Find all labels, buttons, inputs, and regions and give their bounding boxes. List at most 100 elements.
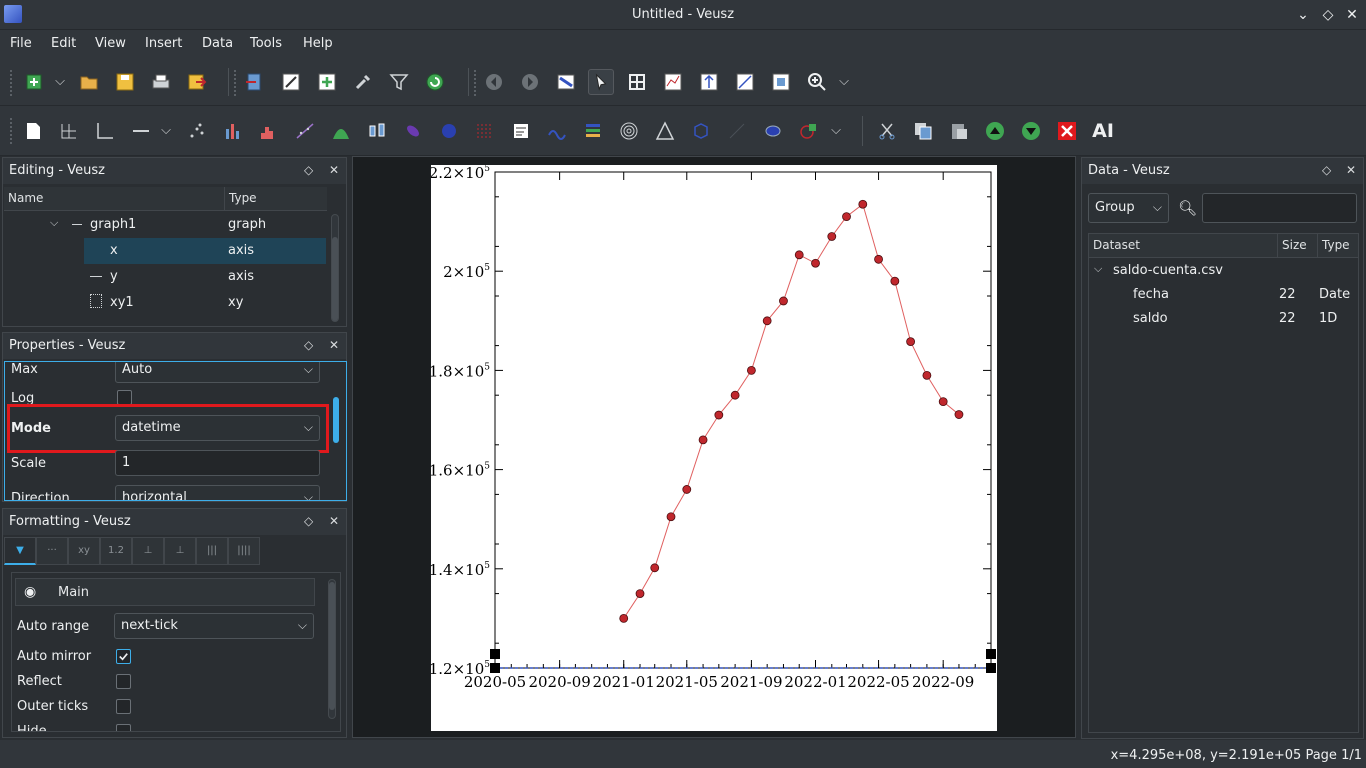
close-panel-icon[interactable]: ✕ [329,514,339,528]
add-function-icon[interactable] [328,118,354,144]
open-button[interactable] [76,69,102,95]
add-colorbar-icon[interactable] [580,118,606,144]
float-panel-icon[interactable]: ◇ [304,514,313,528]
formatting-scrollbar[interactable] [328,579,336,719]
add-polar-icon[interactable] [616,118,642,144]
move-down-icon[interactable] [1018,118,1044,144]
menu-data[interactable]: Data [202,36,233,51]
float-panel-icon[interactable]: ◇ [304,338,313,352]
tree-row-xy1[interactable]: xy1 xy [4,290,326,316]
add-vector-field-icon[interactable] [508,118,534,144]
zoom-in-graph-button[interactable] [732,69,758,95]
float-panel-icon[interactable]: ◇ [1322,163,1331,177]
toolbar-handle[interactable] [474,70,478,96]
menu-file[interactable]: File [10,36,32,51]
cut-icon[interactable] [874,118,900,144]
tab-label[interactable]: xy [68,537,100,565]
toolbar-handle[interactable] [10,70,14,96]
filter-icon[interactable] [386,69,412,95]
reload-icon[interactable] [422,69,448,95]
group-combo[interactable]: Group ⌵ [1088,193,1169,223]
chevron-down-icon[interactable]: ⌵ [1094,262,1102,276]
close-panel-icon[interactable]: ✕ [329,338,339,352]
capture-data-button[interactable] [350,69,376,95]
tab-minor-ticks[interactable]: ⊥ [164,537,196,565]
previous-page-icon[interactable] [481,69,507,95]
auto-mirror-checkbox[interactable] [116,649,131,664]
menu-insert[interactable]: Insert [145,36,182,51]
tab-main[interactable]: ▼ [4,537,36,565]
view-grid-button[interactable] [624,69,650,95]
add-contour-icon[interactable] [472,118,498,144]
next-page-icon[interactable] [517,69,543,95]
menu-help[interactable]: Help [303,36,333,51]
scrollbar-thumb[interactable] [333,397,339,443]
tree-header-type[interactable]: Type [224,187,327,211]
auto-range-combo[interactable]: next-tick ⌵ [114,613,314,639]
add-covariance-icon[interactable] [400,118,426,144]
full-screen-button[interactable] [553,69,579,95]
add-histogram-icon[interactable] [256,118,282,144]
add-shape-icon[interactable] [796,118,822,144]
tab-major-grid[interactable]: ||| [196,537,228,565]
paste-icon[interactable] [946,118,972,144]
add-bar-icon[interactable] [220,118,246,144]
dataset-file-row[interactable]: ⌵ saldo-cuenta.csv [1089,259,1358,283]
tab-tick-labels[interactable]: 1.2 [100,537,132,565]
tree-header-name[interactable]: Name [4,187,224,211]
close-panel-icon[interactable]: ✕ [1346,163,1356,177]
chevron-down-icon[interactable]: ⌵ [828,118,844,144]
minimize-icon[interactable]: ⌄ [1293,5,1313,25]
add-grid-icon[interactable] [56,118,82,144]
dataset-row[interactable]: fecha 22 Date [1089,283,1358,307]
zoom-graph-button[interactable] [660,69,686,95]
reflect-checkbox[interactable] [116,674,131,689]
chart-svg[interactable]: 1.2×1051.4×1051.6×1051.8×1052×1052.2×105… [429,164,997,731]
zoom-x-axis-button[interactable] [696,69,722,95]
close-icon[interactable]: ✕ [1342,5,1362,25]
add-image-icon[interactable] [436,118,462,144]
section-main[interactable]: ◉ Main [15,578,315,606]
chevron-down-icon[interactable]: ⌵ [52,69,68,95]
copy-icon[interactable] [910,118,936,144]
add-axis-icon[interactable] [128,118,154,144]
properties-scrollbar[interactable] [332,364,340,498]
save-button[interactable] [112,69,138,95]
add-ternary-icon[interactable] [544,118,570,144]
chevron-down-icon[interactable]: ⌵ [158,118,174,144]
plot-page[interactable]: 1.2×105 1.4×105 1.6×105 1.8×105 2×105 2.2×105… [429,164,997,731]
edit-data-button[interactable] [278,69,304,95]
outer-ticks-checkbox[interactable] [116,699,131,714]
select-pointer-icon[interactable] [588,69,614,95]
print-button[interactable] [148,69,174,95]
zoom-icon[interactable] [804,69,830,95]
create-dataset-button[interactable] [314,69,340,95]
selection-handle[interactable] [986,649,996,659]
close-panel-icon[interactable]: ✕ [329,163,339,177]
move-up-icon[interactable] [982,118,1008,144]
dataset-header-type[interactable]: Type [1317,234,1358,258]
selection-handle[interactable] [490,663,500,673]
dataset-header-name[interactable]: Dataset [1089,234,1277,258]
selection-handle[interactable] [490,649,500,659]
delete-icon[interactable] [1054,118,1080,144]
scale-input[interactable]: 1 [115,450,320,476]
hide-checkbox[interactable] [116,724,131,731]
log-checkbox[interactable] [117,390,132,405]
add-xy-icon[interactable] [184,118,210,144]
tab-line[interactable]: ··· [36,537,68,565]
tree-row-x[interactable]: x axis [84,238,326,264]
tab-major-ticks[interactable]: ⊥ [132,537,164,565]
add-3d-scene-icon[interactable] [688,118,714,144]
toolbar-handle[interactable] [234,70,238,96]
chevron-down-icon[interactable]: ⌵ [836,69,852,95]
add-fit-icon[interactable] [292,118,318,144]
scrollbar-thumb[interactable] [329,582,335,710]
scrollbar-thumb[interactable] [332,237,338,321]
add-boxplot-icon[interactable] [364,118,390,144]
rename-ai-icon[interactable]: AI [1090,118,1116,144]
dataset-header-size[interactable]: Size [1277,234,1317,258]
add-3d-graph-icon[interactable] [724,118,750,144]
menu-edit[interactable]: Edit [51,36,76,51]
add-3d-surface-icon[interactable] [760,118,786,144]
